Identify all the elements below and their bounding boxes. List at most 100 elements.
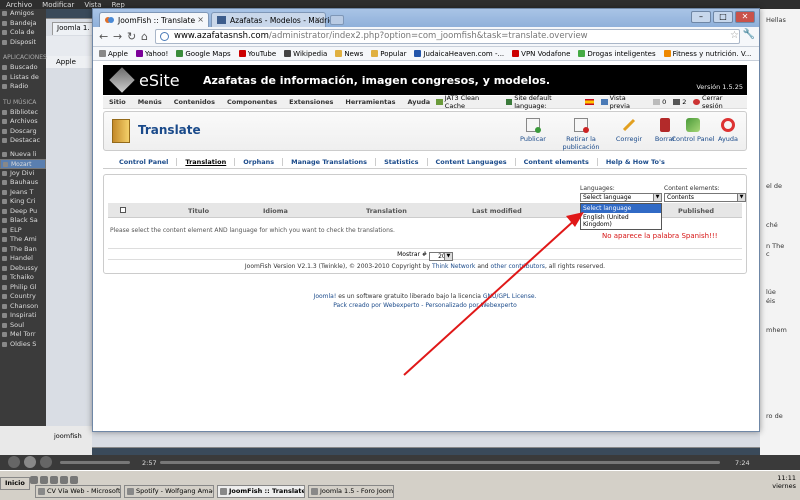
subnav-help[interactable]: Help & How To's bbox=[598, 158, 673, 166]
menu-archivo[interactable]: Archivo bbox=[6, 1, 32, 9]
jat3-clean-cache-link[interactable]: JAT3 Clean Cache bbox=[436, 94, 498, 110]
menu-contenidos[interactable]: Contenidos bbox=[168, 98, 221, 106]
subnav-orphans[interactable]: Orphans bbox=[235, 158, 284, 166]
close-tab-icon[interactable]: × bbox=[197, 15, 204, 24]
taskbar-item-joomfish[interactable]: JoomFish :: Translate... bbox=[217, 485, 305, 498]
playlist-item[interactable]: The Ban bbox=[0, 245, 46, 255]
bookmark-item[interactable]: Apple bbox=[99, 50, 128, 58]
minimize-button[interactable]: – bbox=[691, 11, 711, 23]
playlist-item[interactable]: The Ami bbox=[0, 235, 46, 245]
bookmark-item[interactable]: Wikipedia bbox=[284, 50, 327, 58]
wrench-icon[interactable]: 🔧 bbox=[743, 29, 755, 40]
address-bar[interactable]: www.azafatasnsh.com/administrator/index2… bbox=[155, 29, 740, 44]
playlist-item[interactable]: Country bbox=[0, 292, 46, 302]
quicklaunch-icon[interactable] bbox=[50, 476, 58, 484]
select-all-checkbox[interactable] bbox=[120, 207, 126, 213]
next-track-button[interactable] bbox=[40, 456, 52, 468]
subnav-content-languages[interactable]: Content Languages bbox=[428, 158, 516, 166]
sidebar-item-buscador[interactable]: Buscado bbox=[0, 63, 46, 73]
column-last-modified[interactable]: Last modified bbox=[472, 207, 522, 215]
seek-bar[interactable] bbox=[160, 461, 720, 464]
bookmark-item[interactable]: JudaicaHeaven.com -... bbox=[414, 50, 504, 58]
back-arrow-icon[interactable]: ← bbox=[99, 30, 108, 43]
sidebar-item-destacados[interactable]: Destacac bbox=[0, 136, 46, 146]
column-titulo[interactable]: Titulo bbox=[188, 207, 209, 215]
sidebar-item-archivos[interactable]: Archivos bbox=[0, 117, 46, 127]
unpublish-button[interactable]: Retirar la publicación bbox=[556, 118, 606, 151]
start-button[interactable]: Inicio bbox=[0, 477, 30, 490]
sidebar-item-descargas[interactable]: Doscarg bbox=[0, 127, 46, 137]
playlist-item[interactable]: Debussy bbox=[0, 264, 46, 274]
menu-sitio[interactable]: Sitio bbox=[103, 98, 132, 106]
sidebar-item-dispositivos[interactable]: Disposit bbox=[0, 38, 46, 48]
home-icon[interactable]: ⌂ bbox=[141, 30, 148, 43]
playlist-item[interactable]: ELP bbox=[0, 226, 46, 236]
subnav-translation[interactable]: Translation bbox=[177, 158, 236, 166]
bookmark-item[interactable]: Fitness y nutrición. V... bbox=[663, 50, 751, 58]
playlist-item[interactable]: Jeans T bbox=[0, 188, 46, 198]
subnav-manage-translations[interactable]: Manage Translations bbox=[283, 158, 377, 166]
taskbar-item-cv[interactable]: CV Vía Web - Microsoft O... bbox=[35, 485, 121, 498]
language-option[interactable]: English (United Kingdom) bbox=[581, 213, 661, 229]
playlist-item[interactable]: Handel bbox=[0, 254, 46, 264]
sidebar-item-biblioteca[interactable]: Bibliotec bbox=[0, 108, 46, 118]
playlist-item[interactable]: Joy Divi bbox=[0, 169, 46, 179]
playlist-item[interactable]: King Cri bbox=[0, 197, 46, 207]
bookmark-item[interactable]: Drogas inteligentes bbox=[578, 50, 656, 58]
bookmark-item[interactable]: YouTube bbox=[238, 50, 276, 58]
tab-joomfish-translate[interactable]: JoomFish :: Translate × bbox=[99, 12, 209, 27]
tab-azafatas[interactable]: Azafatas - Modelos - Madrid × bbox=[211, 12, 334, 27]
playlist-item[interactable]: Soul bbox=[0, 321, 46, 331]
content-elements-select[interactable]: Contents ▼ bbox=[664, 193, 746, 202]
menu-menus[interactable]: Menús bbox=[132, 98, 168, 106]
taskbar-item-spotify[interactable]: Spotify - Wolfgang Amad... bbox=[124, 485, 214, 498]
pause-button[interactable] bbox=[24, 456, 36, 468]
sidebar-item-listas[interactable]: Listas de bbox=[0, 73, 46, 83]
subnav-statistics[interactable]: Statistics bbox=[376, 158, 428, 166]
playlist-item[interactable]: Tchaiko bbox=[0, 273, 46, 283]
messages-count[interactable]: 0 bbox=[653, 98, 666, 106]
column-published[interactable]: Published bbox=[678, 207, 714, 215]
bookmark-item[interactable]: News bbox=[335, 50, 363, 58]
menu-componentes[interactable]: Componentes bbox=[221, 98, 283, 106]
menu-ayuda[interactable]: Ayuda bbox=[401, 98, 436, 106]
bookmark-item[interactable]: Yahoo! bbox=[135, 50, 168, 58]
bookmark-item[interactable]: Popular bbox=[371, 50, 406, 58]
display-limit-select[interactable]: 20 ▼ bbox=[428, 252, 453, 261]
quicklaunch-icon[interactable] bbox=[70, 476, 78, 484]
languages-select[interactable]: Select language ▼ bbox=[580, 193, 662, 202]
column-idioma[interactable]: Idioma bbox=[263, 207, 288, 215]
playlist-item[interactable]: Philip Gl bbox=[0, 283, 46, 293]
playlist-item[interactable]: Black Sa bbox=[0, 216, 46, 226]
new-playlist-button[interactable]: Nueva li bbox=[0, 150, 46, 160]
contributors-link[interactable]: other contributors bbox=[491, 263, 545, 270]
playlist-item[interactable]: Mozart bbox=[0, 159, 46, 169]
volume-slider[interactable] bbox=[60, 461, 130, 464]
new-tab-button[interactable] bbox=[330, 15, 344, 25]
taskbar-item-joomla-forum[interactable]: Joomla 1.5 - Foro Joomla... bbox=[308, 485, 394, 498]
reload-icon[interactable]: ↻ bbox=[127, 30, 136, 43]
playlist-item[interactable]: Inspirati bbox=[0, 311, 46, 321]
logout-link[interactable]: Cerrar sesión bbox=[693, 94, 743, 110]
background-bookmark-apple[interactable]: Apple bbox=[56, 58, 76, 66]
system-clock[interactable]: 11:11 viernes bbox=[772, 474, 796, 490]
sidebar-item-amigos[interactable]: Amigos bbox=[0, 9, 46, 19]
menu-herramientas[interactable]: Herramientas bbox=[339, 98, 401, 106]
playlist-item[interactable]: Chanson bbox=[0, 302, 46, 312]
help-button[interactable]: Ayuda bbox=[708, 118, 748, 143]
gnu-license-link[interactable]: GNU/GPL License. bbox=[483, 293, 537, 300]
sidebar-item-bandeja[interactable]: Bandeja bbox=[0, 19, 46, 29]
think-network-link[interactable]: Think Network bbox=[432, 263, 475, 270]
menu-extensiones[interactable]: Extensiones bbox=[283, 98, 339, 106]
bookmark-item[interactable]: VPN Vodafone bbox=[512, 50, 570, 58]
subnav-content-elements[interactable]: Content elements bbox=[516, 158, 598, 166]
forward-arrow-icon[interactable]: → bbox=[113, 30, 122, 43]
sidebar-item-cola[interactable]: Cola de bbox=[0, 28, 46, 38]
playlist-item[interactable]: Oldies S bbox=[0, 340, 46, 350]
publish-button[interactable]: Publicar bbox=[508, 118, 558, 143]
quicklaunch-icon[interactable] bbox=[60, 476, 68, 484]
menu-modificar[interactable]: Modificar bbox=[42, 1, 74, 9]
close-tab-icon[interactable]: × bbox=[314, 15, 321, 24]
joomla-link[interactable]: Joomla! bbox=[314, 293, 337, 300]
bookmark-item[interactable]: Google Maps bbox=[176, 50, 231, 58]
